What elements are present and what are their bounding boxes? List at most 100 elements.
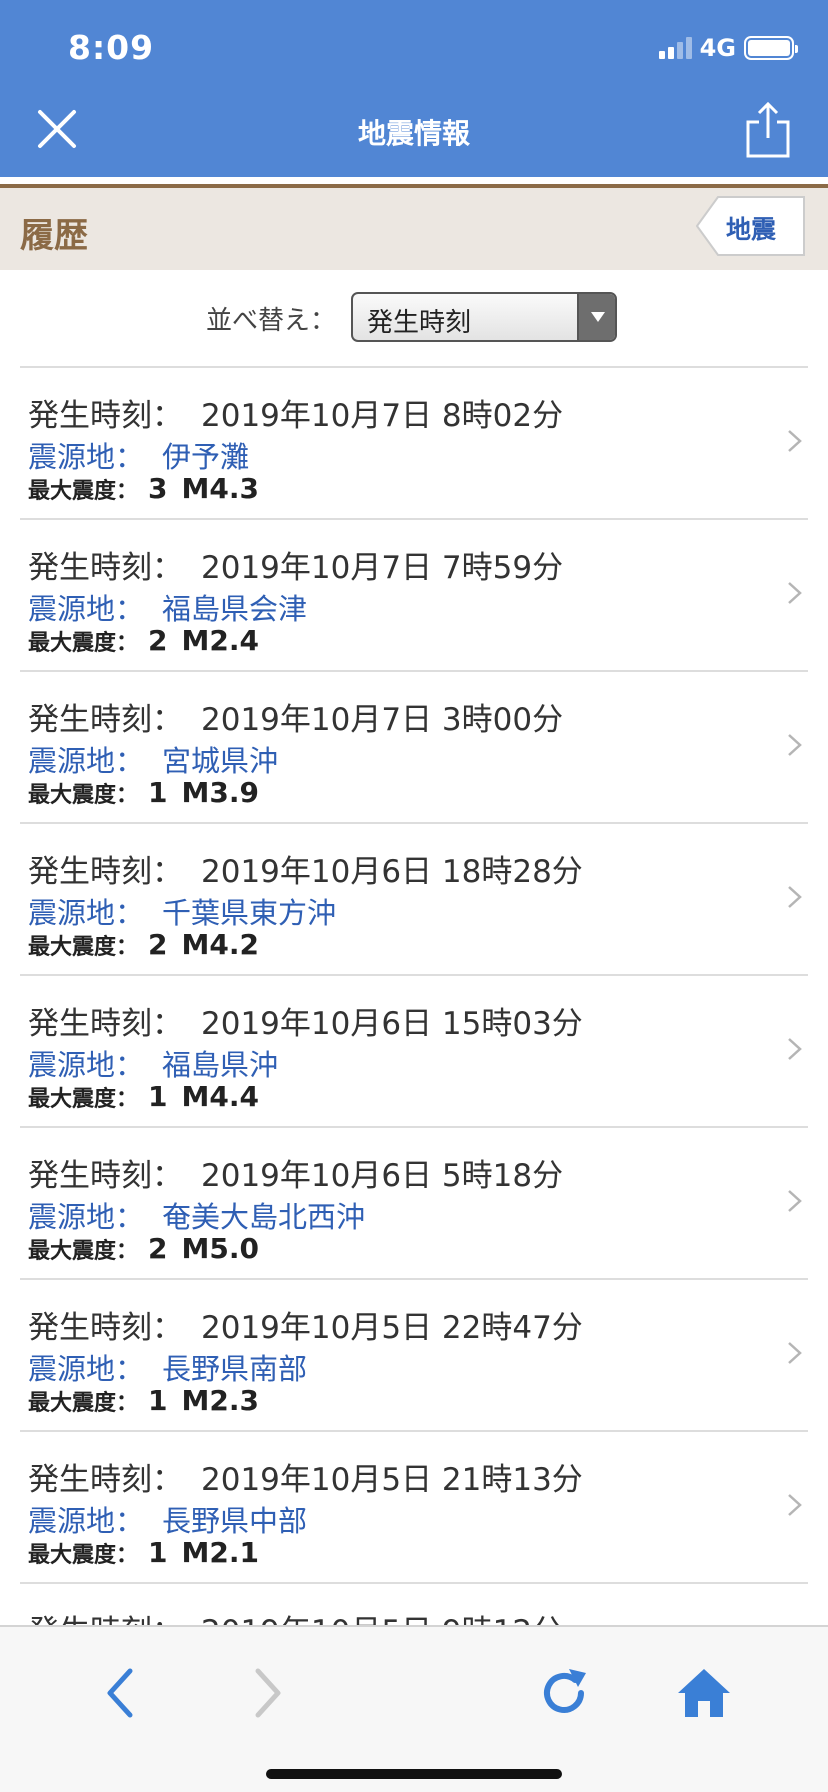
- intensity-label: 最大震度：: [28, 1391, 139, 1416]
- share-icon: [746, 101, 790, 158]
- back-button[interactable]: [92, 1663, 152, 1723]
- occurrence-time: 2019年10月7日 8時02分: [201, 398, 564, 434]
- epicenter: 千葉県東方沖: [162, 896, 337, 930]
- intensity-label: 最大震度：: [28, 1087, 139, 1112]
- forward-button[interactable]: [236, 1663, 296, 1723]
- time-label: 発生時刻：: [28, 854, 183, 890]
- intensity-label: 最大震度：: [28, 783, 139, 808]
- magnitude: M5.0: [181, 1232, 259, 1265]
- epicenter-label: 震源地：: [28, 1048, 145, 1082]
- intensity-label: 最大震度：: [28, 1543, 139, 1568]
- epicenter-label: 震源地：: [28, 1352, 145, 1386]
- occurrence-time: 2019年10月5日 22時47分: [201, 1310, 583, 1346]
- status-indicators: 4G: [658, 34, 798, 62]
- share-button[interactable]: [744, 100, 792, 160]
- max-intensity: 3: [148, 472, 168, 505]
- time-label: 発生時刻：: [28, 1462, 183, 1498]
- magnitude: M4.3: [181, 472, 259, 505]
- sort-selected-value: 発生時刻: [367, 308, 472, 338]
- epicenter-label: 震源地：: [28, 896, 145, 930]
- status-time: 8:09: [68, 28, 155, 67]
- time-label: 発生時刻：: [28, 398, 183, 434]
- epicenter: 長野県中部: [162, 1504, 308, 1538]
- epicenter: 福島県沖: [162, 1048, 279, 1082]
- list-item[interactable]: 発生時刻： 2019年10月6日 18時28分 震源地： 千葉県東方沖 最大震度： 2…: [20, 824, 808, 976]
- time-label: 発生時刻：: [28, 1158, 183, 1194]
- magnitude: M2.4: [181, 624, 259, 657]
- epicenter-label: 震源地：: [28, 592, 145, 626]
- epicenter: 奄美大島北西沖: [162, 1200, 366, 1234]
- intensity-label: 最大震度：: [28, 935, 139, 960]
- earthquake-tab-label: 地震: [726, 215, 777, 244]
- signal-icon: [658, 37, 692, 59]
- epicenter-label: 震源地：: [28, 744, 145, 778]
- sort-select[interactable]: 発生時刻: [351, 292, 617, 342]
- list-item[interactable]: 発生時刻： 2019年10月5日 9時12分: [20, 1584, 808, 1625]
- magnitude: M2.1: [181, 1536, 259, 1569]
- back-arrow-icon: [107, 1668, 133, 1718]
- max-intensity: 2: [148, 624, 168, 657]
- epicenter-label: 震源地：: [28, 1200, 145, 1234]
- occurrence-time: 2019年10月7日 3時00分: [201, 702, 564, 738]
- list-item[interactable]: 発生時刻： 2019年10月7日 3時00分 震源地： 宮城県沖 最大震度： 1 M3.…: [20, 672, 808, 824]
- magnitude: M4.4: [181, 1080, 259, 1113]
- occurrence-time: 2019年10月6日 5時18分: [201, 1158, 564, 1194]
- chevron-right-icon: [788, 734, 802, 756]
- chevron-right-icon: [788, 430, 802, 452]
- sort-label: 並べ替え：: [206, 306, 337, 336]
- occurrence-time: 2019年10月5日 21時13分: [201, 1462, 583, 1498]
- intensity-label: 最大震度：: [28, 631, 139, 656]
- time-label: 発生時刻：: [28, 1310, 183, 1346]
- earthquake-list: 発生時刻： 2019年10月7日 8時02分 震源地： 伊予灘 最大震度： 3 M4.3…: [0, 368, 828, 1625]
- max-intensity: 2: [148, 1232, 168, 1265]
- epicenter: 長野県南部: [162, 1352, 308, 1386]
- bottom-toolbar: [0, 1625, 828, 1792]
- list-item[interactable]: 発生時刻： 2019年10月6日 15時03分 震源地： 福島県沖 最大震度： 1 M4…: [20, 976, 808, 1128]
- top-bar: 8:09 4G 地震情報: [0, 0, 828, 177]
- occurrence-time: 2019年10月5日 9時12分: [201, 1614, 563, 1625]
- battery-icon: [744, 36, 798, 60]
- chevron-right-icon: [788, 1038, 802, 1060]
- time-label: 発生時刻：: [28, 1614, 183, 1625]
- time-label: 発生時刻：: [28, 702, 183, 738]
- max-intensity: 1: [148, 1384, 168, 1417]
- list-item[interactable]: 発生時刻： 2019年10月5日 22時47分 震源地： 長野県南部 最大震度： 1 M…: [20, 1280, 808, 1432]
- page-title: 地震情報: [357, 117, 470, 150]
- epicenter: 伊予灘: [162, 440, 250, 474]
- max-intensity: 1: [148, 1536, 168, 1569]
- dropdown-arrow-icon: [577, 294, 615, 340]
- epicenter: 宮城県沖: [162, 744, 279, 778]
- list-item[interactable]: 発生時刻： 2019年10月7日 7時59分 震源地： 福島県会津 最大震度： 2 M2…: [20, 520, 808, 672]
- network-type: 4G: [699, 34, 736, 62]
- chevron-right-icon: [788, 1494, 802, 1516]
- history-title: 履歴: [20, 216, 88, 256]
- max-intensity: 1: [148, 1080, 168, 1113]
- occurrence-time: 2019年10月6日 15時03分: [201, 1006, 583, 1042]
- magnitude: M3.9: [181, 776, 259, 809]
- chevron-right-icon: [788, 886, 802, 908]
- sort-row: 並べ替え： 発生時刻: [0, 290, 828, 346]
- reload-button[interactable]: [534, 1663, 594, 1723]
- earthquake-tab-button[interactable]: 地震: [696, 196, 806, 256]
- list-item[interactable]: 発生時刻： 2019年10月7日 8時02分 震源地： 伊予灘 最大震度： 3 M4.3: [20, 368, 808, 520]
- chevron-right-icon: [788, 1342, 802, 1364]
- epicenter-label: 震源地：: [28, 440, 145, 474]
- occurrence-time: 2019年10月6日 18時28分: [201, 854, 583, 890]
- epicenter: 福島県会津: [162, 592, 308, 626]
- home-icon: [678, 1669, 730, 1717]
- magnitude: M4.2: [181, 928, 259, 961]
- max-intensity: 2: [148, 928, 168, 961]
- list-item[interactable]: 発生時刻： 2019年10月6日 5時18分 震源地： 奄美大島北西沖 最大震度： 2…: [20, 1128, 808, 1280]
- forward-arrow-icon: [255, 1668, 281, 1718]
- home-indicator[interactable]: [266, 1769, 562, 1779]
- magnitude: M2.3: [181, 1384, 259, 1417]
- history-header: 履歴 地震: [0, 188, 828, 270]
- intensity-label: 最大震度：: [28, 1239, 139, 1264]
- list-item[interactable]: 発生時刻： 2019年10月5日 21時13分 震源地： 長野県中部 最大震度： 1 M…: [20, 1432, 808, 1584]
- time-label: 発生時刻：: [28, 1006, 183, 1042]
- reload-icon: [544, 1669, 586, 1713]
- max-intensity: 1: [148, 776, 168, 809]
- home-button[interactable]: [674, 1663, 734, 1723]
- time-label: 発生時刻：: [28, 550, 183, 586]
- occurrence-time: 2019年10月7日 7時59分: [201, 550, 564, 586]
